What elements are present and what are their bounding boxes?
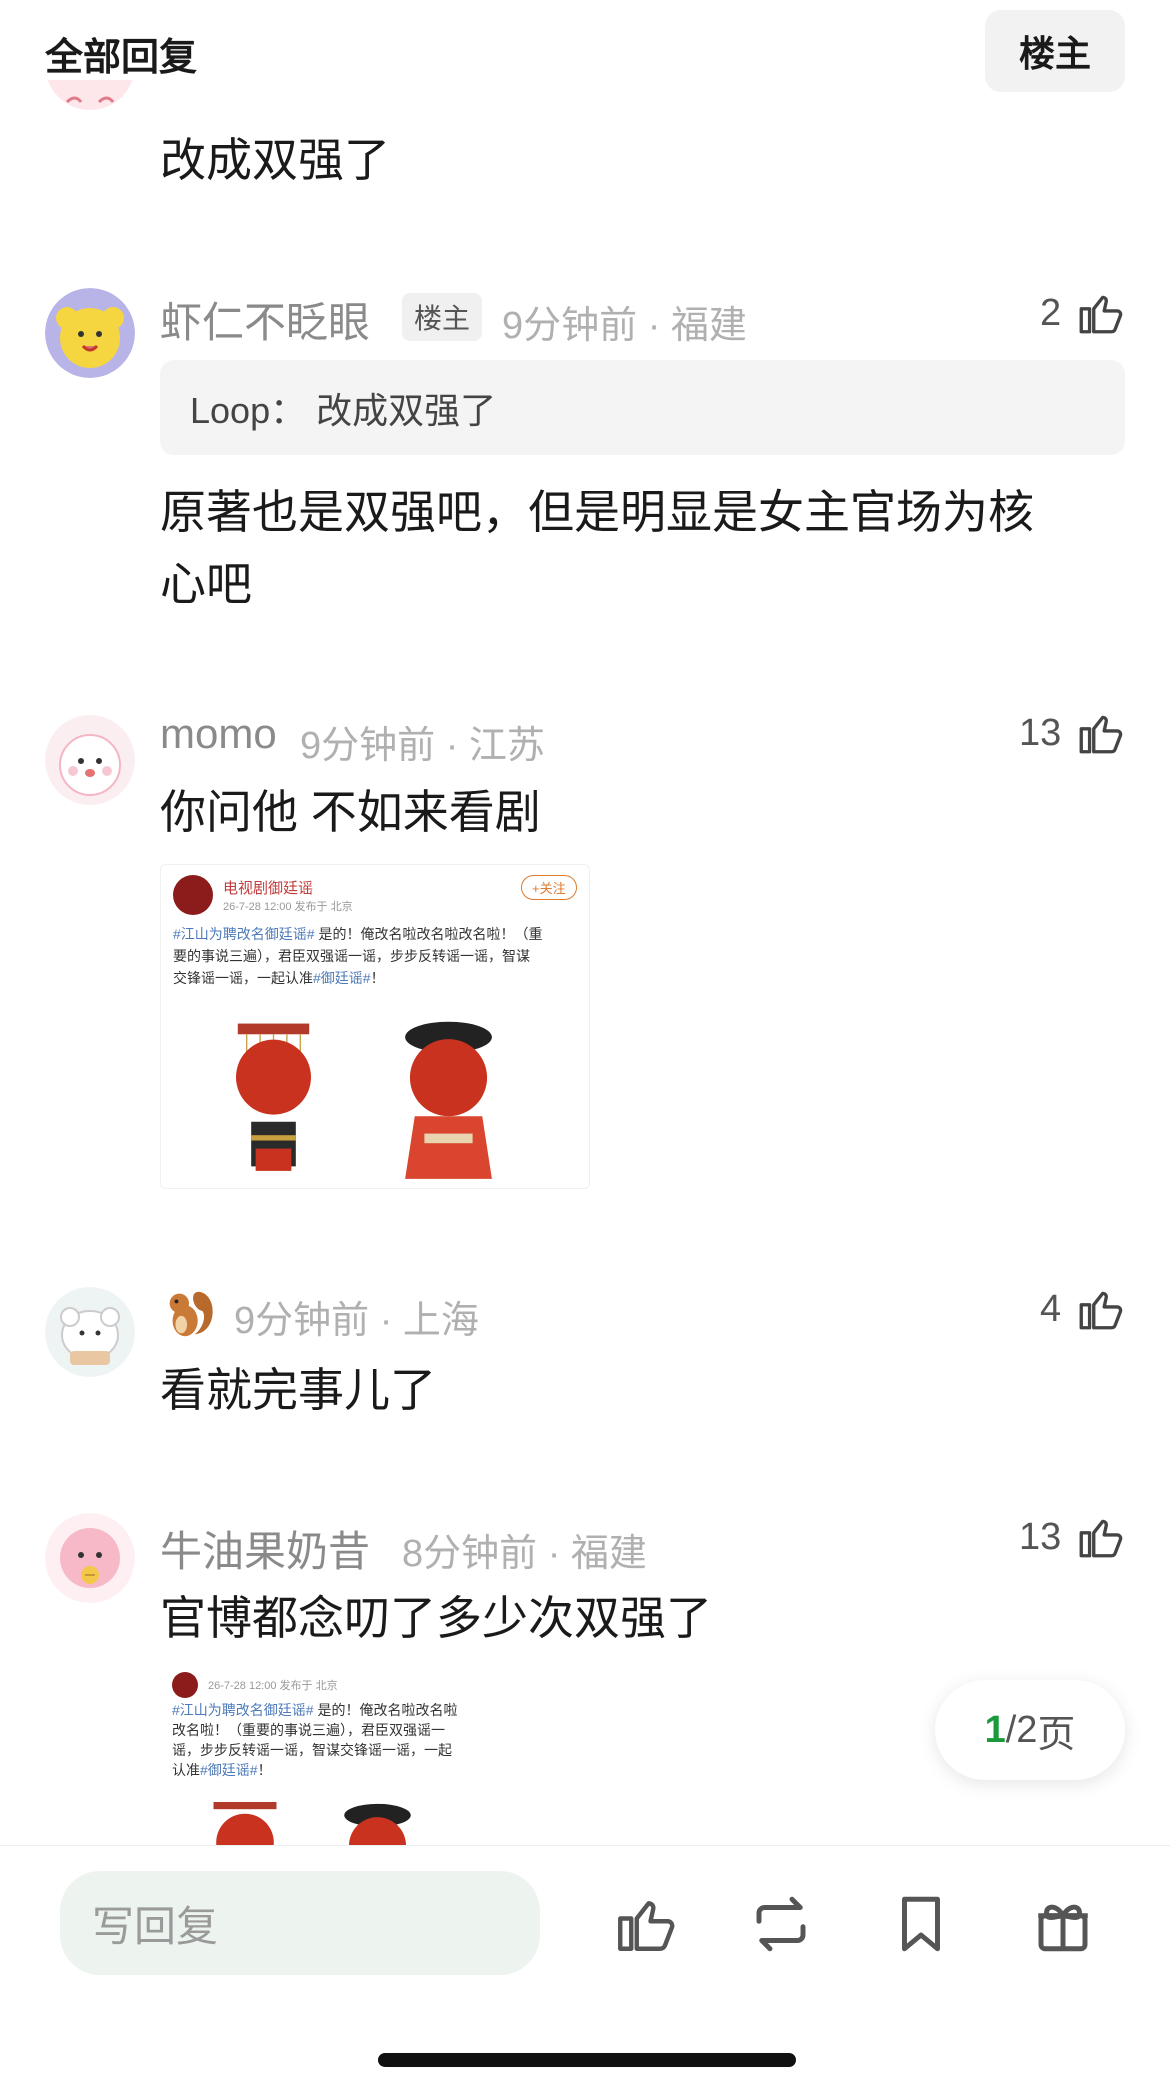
home-indicator[interactable] (378, 2053, 796, 2067)
current-page: 1 (984, 1708, 1006, 1751)
like-count: 13 (1019, 1515, 1062, 1558)
comment-meta: 9分钟前 · 江苏 (300, 725, 545, 767)
quoted-reply[interactable]: Loop： 改成双强了 (160, 360, 1125, 455)
squirrel-icon (169, 1291, 213, 1337)
like-button[interactable]: 4 (1040, 1284, 1125, 1334)
avatar[interactable] (45, 1513, 135, 1603)
like-count: 2 (1040, 291, 1062, 334)
thumbs-up-icon[interactable] (612, 1891, 678, 1957)
username[interactable]: 牛油果奶昔 (160, 1518, 370, 1579)
header: 全部回复 楼主 (0, 0, 1170, 100)
bottom-action-bar: 写回复 (0, 1845, 1170, 2091)
image-follow-label: +关注 (521, 875, 577, 900)
comment-meta: 9分钟前 · 上海 (234, 1300, 479, 1342)
mascot-figure-left (213, 1802, 277, 1845)
like-button[interactable]: 13 (1019, 1512, 1125, 1562)
page-suffix: 页 (1037, 1713, 1076, 1756)
repost-icon[interactable] (748, 1891, 814, 1957)
comment-text: 看就完事儿了 (160, 1364, 436, 1416)
image-post-date: 26-7-28 12:00 发布于 北京 (208, 1680, 338, 1692)
image-post-text: #江山为聘改名御廷谣# 是的！俺改名啦改名啦改名啦！（重 要的事说三遍），君臣双… (173, 926, 543, 986)
mascot-figure-right (344, 1803, 411, 1845)
avatar[interactable] (45, 1287, 135, 1377)
like-count: 4 (1040, 1287, 1062, 1330)
reply-input[interactable]: 写回复 (60, 1871, 540, 1975)
thumbs-up-icon (1079, 1519, 1123, 1558)
avatar[interactable] (45, 60, 135, 110)
op-only-button[interactable]: 楼主 (985, 10, 1125, 92)
like-button[interactable]: 2 (1040, 288, 1125, 338)
account-logo (172, 1672, 198, 1698)
username[interactable]: 虾仁不眨眼 (160, 289, 370, 350)
avatar[interactable] (45, 715, 135, 805)
account-logo (173, 875, 213, 915)
avatar[interactable] (45, 288, 135, 378)
comment-image[interactable]: 26-7-28 12:00 发布于 北京 #江山为聘改名御廷谣# 是的！俺改名啦… (160, 1668, 470, 1845)
like-count: 13 (1019, 711, 1062, 754)
thumbs-up-icon (1079, 715, 1123, 754)
mascot-figure-right (405, 1021, 492, 1179)
hashtag: #江山为聘改名御廷谣# (173, 926, 315, 942)
comment-meta: 9分钟前 · 福建 (502, 305, 747, 347)
comment-text: 官博都念叨了多少次双强了 (160, 1592, 712, 1644)
like-button[interactable]: 13 (1019, 708, 1125, 758)
comment-meta: 8分钟前 · 福建 (402, 1533, 647, 1575)
username-emoji[interactable] (160, 1284, 218, 1342)
total-pages: /2 (1005, 1708, 1038, 1751)
bookmark-icon[interactable] (888, 1891, 954, 1957)
mascot-figure-left (236, 1023, 311, 1171)
comment-text-cont: 心吧 (160, 558, 252, 610)
image-account-name: 电视剧御廷谣 (223, 879, 314, 897)
gift-icon[interactable] (1030, 1891, 1096, 1957)
comment-text: 改成双强了 (160, 134, 390, 186)
thumbs-up-icon (1079, 1291, 1123, 1330)
image-post-header: 电视剧御廷谣 26-7-28 12:00 发布于 北京 (173, 875, 353, 915)
username[interactable]: momo (160, 710, 277, 758)
hashtag: #御廷谣# (313, 970, 371, 986)
comment-text: 你问他 不如来看剧 (160, 786, 541, 838)
op-badge: 楼主 (402, 293, 483, 341)
comment-text: 原著也是双强吧，但是明显是女主官场为核 (160, 486, 1034, 538)
comment-image[interactable]: 电视剧御廷谣 26-7-28 12:00 发布于 北京 +关注 #江山为聘改名御… (160, 864, 590, 1189)
hashtag: #江山为聘改名御廷谣# (172, 1702, 314, 1718)
thumbs-up-icon (1079, 295, 1123, 334)
image-post-header: 26-7-28 12:00 发布于 北京 (172, 1672, 338, 1698)
image-post-text: #江山为聘改名御廷谣# 是的！俺改名啦改名啦 改名啦！（重要的事说三遍），君臣双… (172, 1702, 458, 1778)
hashtag: #御廷谣# (200, 1762, 258, 1778)
page-indicator[interactable]: 1/2 页 (935, 1680, 1125, 1780)
image-post-date: 26-7-28 12:00 发布于 北京 (223, 900, 353, 913)
